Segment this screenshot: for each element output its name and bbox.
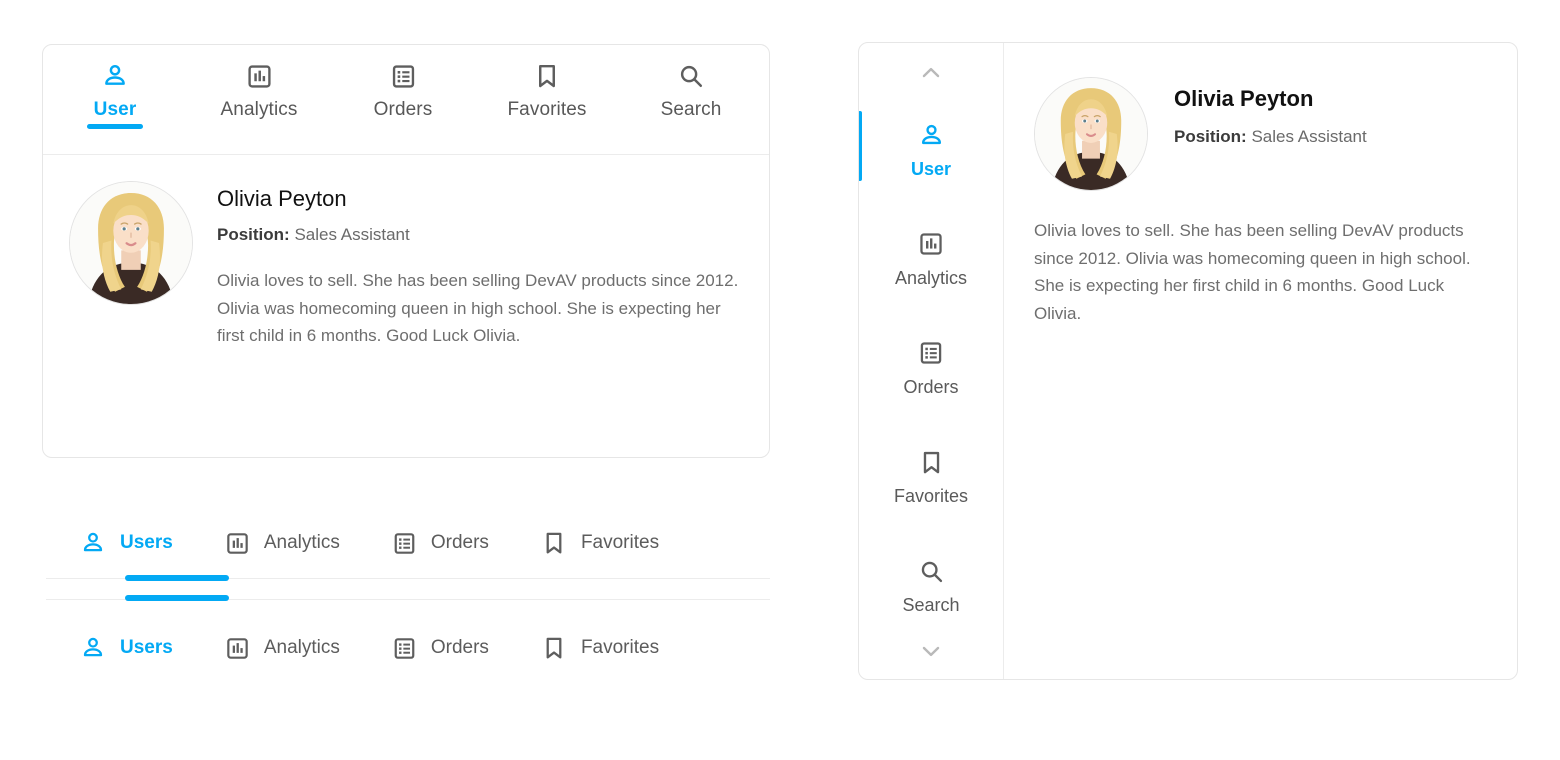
bio-text: Olivia loves to sell. She has been selli… <box>1034 221 1471 323</box>
active-item-indicator <box>859 111 862 181</box>
sidebar-item-orders[interactable]: Orders <box>859 325 1003 408</box>
tab-orders[interactable]: Orders <box>331 59 475 121</box>
sidebar-item-label: Orders <box>903 377 959 397</box>
user-detail-card-vertical: User Analytics Orders Favorites Search O… <box>858 42 1518 680</box>
analytics-icon <box>246 59 273 93</box>
position-row: Position: Sales Assistant <box>217 225 743 245</box>
tab-label: Analytics <box>263 532 340 553</box>
tab-label: Favorites <box>580 532 660 553</box>
tab-label: Analytics <box>263 637 340 658</box>
user-profile: Olivia Peyton Position: Sales Assistant … <box>43 155 769 370</box>
user-icon <box>918 119 945 151</box>
sidebar-item-label: User <box>910 159 952 179</box>
page-title: Olivia Peyton <box>217 186 347 211</box>
tab-users[interactable]: Users <box>80 635 173 661</box>
tab-label: Search <box>660 99 722 120</box>
tab-label: Favorites <box>580 637 660 658</box>
sidebar-item-analytics[interactable]: Analytics <box>859 216 1003 299</box>
tab-label: Users <box>120 532 173 553</box>
user-icon <box>80 635 106 661</box>
bookmark-icon <box>541 635 567 661</box>
position-row: Position: Sales Assistant <box>1174 127 1483 147</box>
avatar <box>1034 77 1148 191</box>
tab-label: Orders <box>373 99 433 120</box>
tab-analytics[interactable]: Analytics <box>225 636 340 661</box>
avatar <box>69 181 193 305</box>
tab-search[interactable]: Search <box>619 59 763 121</box>
tab-label: Users <box>120 637 173 658</box>
sidebar-item-label: Analytics <box>894 268 968 288</box>
position-value: Sales Assistant <box>294 225 410 245</box>
bookmark-icon <box>918 446 945 478</box>
screen-root: User Analytics Orders Favorites Search O… <box>0 0 1560 760</box>
tab-user[interactable]: User <box>43 59 187 129</box>
tab-label: Analytics <box>220 99 298 120</box>
tab-favorites[interactable]: Favorites <box>475 59 619 121</box>
tab-users[interactable]: Users <box>80 530 173 556</box>
horizontal-tab-bar-top-indicator: Users Analytics Orders Favorites <box>42 595 770 675</box>
vertical-tab-sidebar: User Analytics Orders Favorites Search <box>859 43 1004 679</box>
active-tab-indicator <box>87 124 143 129</box>
bookmark-icon <box>541 530 567 556</box>
position-label: Position: <box>1174 127 1247 147</box>
position-value: Sales Assistant <box>1251 127 1367 147</box>
sidebar-item-favorites[interactable]: Favorites <box>859 434 1003 517</box>
chevron-down-icon[interactable] <box>859 637 1003 665</box>
user-detail-card: User Analytics Orders Favorites Search O… <box>42 44 770 458</box>
page-title: Olivia Peyton <box>1174 86 1314 111</box>
search-icon <box>677 59 705 93</box>
orders-icon <box>918 337 944 369</box>
orders-icon <box>390 59 417 93</box>
chevron-up-icon[interactable] <box>859 59 1003 87</box>
horizontal-tab-bar-bottom-indicator: Users Analytics Orders Favorites <box>42 516 770 581</box>
tab-favorites[interactable]: Favorites <box>541 635 659 661</box>
search-icon <box>918 555 945 587</box>
tab-label: Favorites <box>507 99 587 120</box>
tab-analytics[interactable]: Analytics <box>225 531 340 556</box>
user-profile-panel: Olivia Peyton Position: Sales Assistant … <box>1004 43 1517 679</box>
profile-text: Olivia Peyton Position: Sales Assistant <box>1174 77 1483 191</box>
tab-label: User <box>93 99 137 120</box>
profile-text: Olivia Peyton Position: Sales Assistant … <box>217 181 743 350</box>
orders-icon <box>392 531 417 556</box>
position-label: Position: <box>217 225 290 245</box>
tab-analytics[interactable]: Analytics <box>187 59 331 121</box>
sidebar-item-label: Search <box>902 595 960 615</box>
active-tab-indicator <box>125 595 229 601</box>
tab-orders[interactable]: Orders <box>392 531 489 556</box>
tab-favorites[interactable]: Favorites <box>541 530 659 556</box>
user-icon <box>80 530 106 556</box>
analytics-icon <box>918 228 944 260</box>
sidebar-item-label: Favorites <box>893 486 969 506</box>
tab-orders[interactable]: Orders <box>392 636 489 661</box>
bookmark-icon <box>533 59 561 93</box>
top-tab-bar: User Analytics Orders Favorites Search <box>43 45 769 155</box>
tab-label: Orders <box>430 532 489 553</box>
sidebar-item-user[interactable]: User <box>859 107 1003 190</box>
active-tab-indicator <box>125 575 229 581</box>
analytics-icon <box>225 636 250 661</box>
tab-label: Orders <box>430 637 489 658</box>
user-icon <box>101 59 129 93</box>
sidebar-item-search[interactable]: Search <box>859 543 1003 626</box>
bio-text: Olivia loves to sell. She has been selli… <box>217 271 739 346</box>
analytics-icon <box>225 531 250 556</box>
orders-icon <box>392 636 417 661</box>
